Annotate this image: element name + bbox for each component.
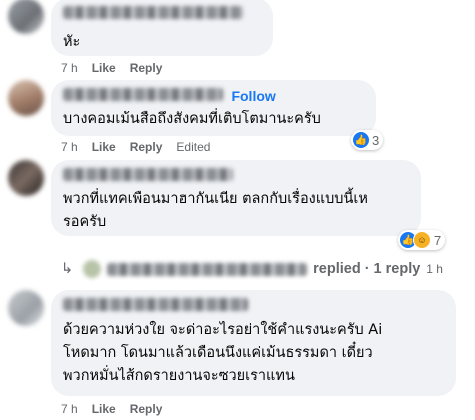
comment-time[interactable]: 7 h <box>61 402 78 416</box>
reply-arrow-icon: ↳ <box>61 261 74 277</box>
reply-button[interactable]: Reply <box>130 140 163 154</box>
comment-time[interactable]: 7 h <box>61 140 78 154</box>
avatar[interactable] <box>8 160 44 196</box>
comment-actions: 7 h Like Reply <box>61 61 162 75</box>
reply-author-avatar <box>83 260 102 278</box>
comment-text: ด้วยความห่วงใย จะด่าอะไรอย่าใช้คำแรงนะคร… <box>63 322 383 384</box>
comment-text: บางคอมเม้นสือถึงสังคมที่เติบโตมานะครับ <box>63 111 321 127</box>
comment-bubble: หัะ <box>51 0 273 56</box>
like-button[interactable]: Like <box>92 402 116 416</box>
comment-bubble: Follow บางคอมเม้นสือถึงสังคมที่เติบโตมาน… <box>51 80 376 136</box>
view-replies-link[interactable]: ↳ replied · 1 reply 1 h <box>61 260 443 278</box>
author-name[interactable] <box>63 298 248 311</box>
author-name[interactable] <box>63 6 243 19</box>
comment-actions: 7 h Like Reply Edited <box>61 140 210 154</box>
author-name[interactable] <box>63 168 233 181</box>
replied-text: replied <box>313 261 361 277</box>
follow-button[interactable]: Follow <box>231 88 275 104</box>
comment-bubble: ด้วยความห่วงใย จะด่าอะไรอย่าใช้คำแรงนะคร… <box>51 290 456 396</box>
avatar[interactable] <box>8 290 44 326</box>
separator: · <box>364 261 370 277</box>
comment-actions: 7 h Like Reply <box>61 402 162 416</box>
reply-button[interactable]: Reply <box>130 61 163 75</box>
reply-author-name <box>107 262 308 276</box>
avatar[interactable] <box>8 80 44 116</box>
author-name[interactable] <box>63 88 223 101</box>
comment-time[interactable]: 7 h <box>61 61 78 75</box>
reply-button[interactable]: Reply <box>130 402 163 416</box>
reaction-count[interactable]: 👍 ☺ 7 <box>398 230 446 250</box>
reply-time: 1 h <box>426 262 443 276</box>
reaction-count[interactable]: 👍 3 <box>351 130 384 150</box>
haha-reaction-icon: ☺ <box>413 231 431 249</box>
comment-bubble: พวกที่แทคเพือนมาฮากันเนีย ตลกกับเรื่องแบ… <box>51 160 421 236</box>
like-reaction-icon: 👍 <box>353 132 369 148</box>
like-button[interactable]: Like <box>92 61 116 75</box>
reply-count: 1 reply <box>373 261 421 277</box>
comment-text: พวกที่แทคเพือนมาฮากันเนีย ตลกกับเรื่องแบ… <box>63 191 368 230</box>
comment-text: หัะ <box>63 34 81 50</box>
edited-label[interactable]: Edited <box>176 140 210 154</box>
avatar[interactable] <box>8 0 44 34</box>
like-button[interactable]: Like <box>92 140 116 154</box>
